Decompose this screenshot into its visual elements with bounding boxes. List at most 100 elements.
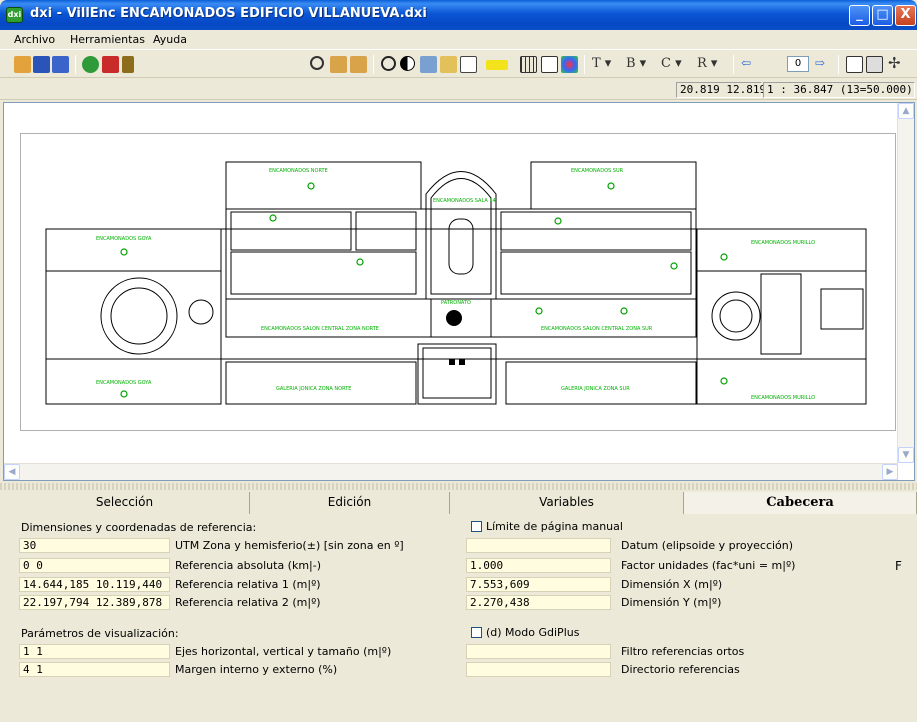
minimize-button[interactable]: _ (849, 5, 870, 26)
drawing-canvas[interactable]: ENCAMONADOS NORTE ENCAMONADOS SUR ENCAMO… (3, 102, 915, 481)
filtro-label: Filtro referencias ortos (621, 645, 745, 658)
ref-abs-input[interactable]: 0 0 (19, 558, 170, 573)
ejes-input[interactable]: 1 1 (19, 644, 170, 659)
ref-rel1-input[interactable]: 14.644,185 10.119,440 (19, 577, 170, 592)
layers-icon[interactable] (102, 56, 119, 73)
ejes-label: Ejes horizontal, vertical y tamaño (m|º) (175, 645, 392, 658)
east-top (696, 228, 867, 272)
sensor-mark (720, 377, 728, 385)
check-icon[interactable] (420, 56, 437, 73)
print-icon[interactable] (866, 56, 883, 73)
tab-cabecera[interactable]: Cabecera (684, 492, 917, 514)
east-center (696, 270, 867, 360)
coords-readout: 20.819 12.819 (676, 82, 766, 98)
maximize-button[interactable]: □ (872, 5, 893, 26)
font-r-dropdown[interactable]: R ▾ (697, 56, 717, 71)
paste-icon[interactable] (350, 56, 367, 73)
ref-rel2-label: Referencia relativa 2 (m|º) (175, 596, 321, 609)
tab-seleccion[interactable]: Selección (0, 492, 250, 514)
plan-label: ENCAMONADOS SUR (571, 168, 624, 174)
grid-icon[interactable] (520, 56, 537, 73)
globe-icon[interactable] (82, 56, 99, 73)
directorio-input[interactable] (466, 662, 611, 677)
utm-input[interactable]: 30 (19, 538, 170, 553)
sensor-mark (607, 182, 615, 190)
filtro-input[interactable] (466, 644, 611, 659)
margen-label: Margen interno y externo (%) (175, 663, 338, 676)
menu-herramientas[interactable]: Herramientas (70, 33, 145, 46)
copy-icon[interactable] (330, 56, 347, 73)
portico-marker (449, 359, 455, 365)
save-as-icon[interactable] (52, 56, 69, 73)
arrow-left-icon[interactable]: ⇦ (741, 56, 751, 70)
font-b-dropdown[interactable]: B ▾ (626, 56, 646, 71)
ref-rel1-label: Referencia relativa 1 (m|º) (175, 578, 321, 591)
room (500, 251, 692, 295)
check2-icon[interactable] (440, 56, 457, 73)
portico-marker (459, 359, 465, 365)
menu-ayuda[interactable]: Ayuda (153, 33, 187, 46)
upper-band (225, 208, 697, 300)
scroll-down-button[interactable]: ▼ (898, 447, 914, 463)
face-icon[interactable] (381, 56, 396, 71)
toolbar: T ▾ B ▾ C ▾ R ▾ ⇦ 0 ⇨ ✢ (0, 50, 917, 78)
room (355, 211, 417, 251)
arrow-right-icon[interactable]: ⇨ (815, 56, 825, 70)
scroll-left-button[interactable]: ◀ (4, 464, 20, 480)
ref-rel2-input[interactable]: 22.197,794 12.389,878 (19, 595, 170, 610)
vertical-scrollbar[interactable]: ▲ ▼ (897, 103, 914, 463)
utm-label: UTM Zona y hemisferio(±) [sin zona en º] (175, 539, 404, 552)
page-frame: ENCAMONADOS NORTE ENCAMONADOS SUR ENCAMO… (20, 133, 896, 431)
tab-variables[interactable]: Variables (450, 492, 684, 514)
room (760, 273, 802, 355)
zoom-icon[interactable] (310, 56, 324, 70)
list-icon[interactable] (541, 56, 558, 73)
gallery-south (505, 361, 697, 405)
zoom-input[interactable]: 0 (787, 56, 809, 72)
margen-input[interactable]: 4 1 (19, 662, 170, 677)
title-bar[interactable]: dxi dxi - VillEnc ENCAMONADOS EDIFICIO V… (0, 0, 917, 30)
close-button[interactable]: X (895, 5, 916, 26)
color-icon[interactable] (486, 60, 508, 70)
gdiplus-checkbox[interactable] (471, 627, 482, 638)
splitter-grip[interactable] (0, 483, 917, 490)
plan-label: ENCAMONADOS SALA 14 (433, 198, 496, 204)
font-t-dropdown[interactable]: T ▾ (592, 56, 611, 71)
font-c-dropdown[interactable]: C ▾ (661, 56, 682, 71)
room (820, 288, 864, 330)
sensor-mark (720, 253, 728, 261)
plan-label: ENCAMONADOS MURILLO (751, 240, 815, 246)
toolbar-separator (75, 55, 76, 74)
directorio-label: Directorio referencias (621, 663, 740, 676)
horizontal-scrollbar[interactable]: ◀ ▶ (4, 463, 898, 480)
page-icon[interactable] (460, 56, 477, 73)
factor-input[interactable]: 1.000 (466, 558, 611, 573)
vestibule-dome (446, 310, 462, 326)
tools-icon[interactable] (122, 56, 134, 73)
dim-x-input[interactable]: 7.553,609 (466, 577, 611, 592)
palette-icon[interactable] (561, 56, 578, 73)
rotunda (425, 171, 497, 300)
contrast-icon[interactable] (400, 56, 415, 71)
west-stair (188, 299, 214, 325)
scroll-right-button[interactable]: ▶ (882, 464, 898, 480)
datum-input[interactable] (466, 538, 611, 553)
cabecera-panel: Dimensiones y coordenadas de referencia:… (0, 514, 917, 722)
save-icon[interactable] (33, 56, 50, 73)
f-marker: F (895, 559, 902, 573)
rotunda-inner (430, 178, 492, 295)
target-icon[interactable]: ✢ (888, 54, 901, 72)
sensor-mark (307, 182, 315, 190)
open-icon[interactable] (14, 56, 31, 73)
tab-edicion[interactable]: Edición (250, 492, 450, 514)
sensor-mark (269, 214, 277, 222)
toolbar-separator (584, 55, 585, 74)
limite-checkbox[interactable] (471, 521, 482, 532)
ruler-icon[interactable] (846, 56, 863, 73)
plan-label: GALERIA JONICA ZONA SUR (561, 386, 630, 392)
sensor-mark (670, 262, 678, 270)
scroll-up-button[interactable]: ▲ (898, 103, 914, 119)
dim-y-input[interactable]: 2.270,438 (466, 595, 611, 610)
rotunda-stair (448, 218, 474, 275)
menu-archivo[interactable]: Archivo (14, 33, 55, 46)
